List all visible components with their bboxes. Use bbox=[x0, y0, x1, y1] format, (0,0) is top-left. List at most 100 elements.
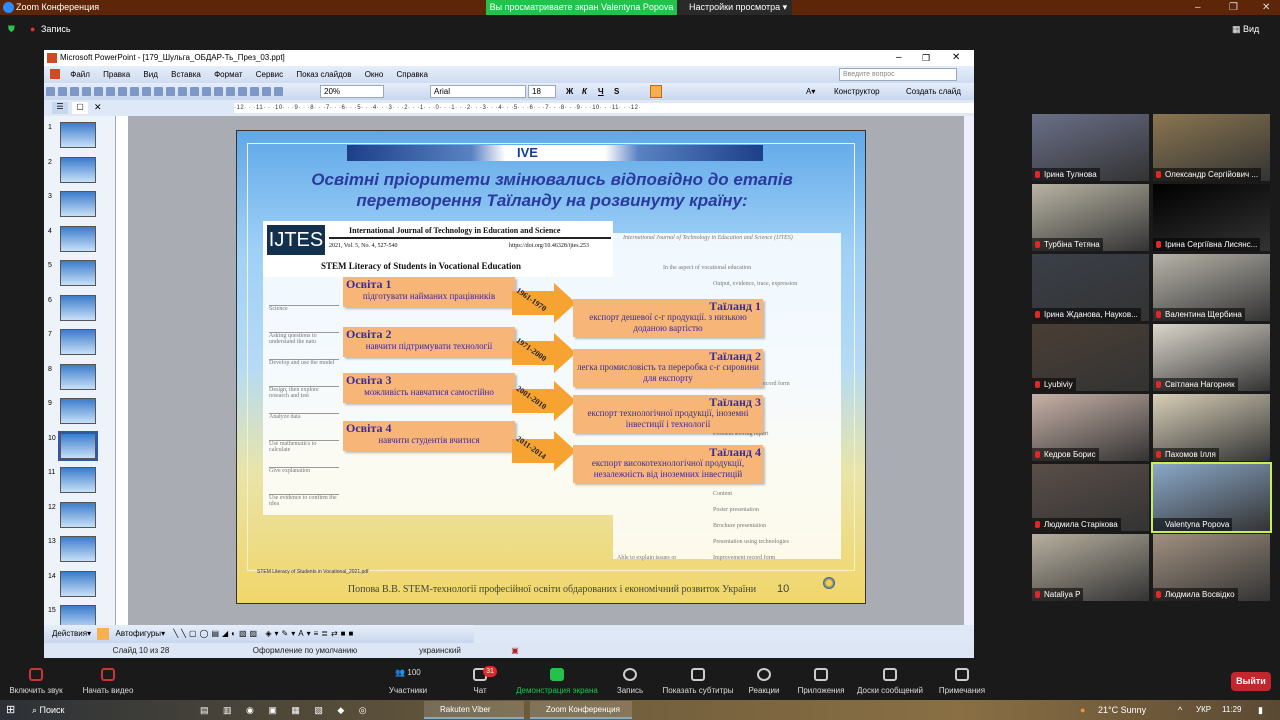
search-label: Поиск bbox=[39, 705, 65, 715]
participant-tile[interactable]: Кедров Борис bbox=[1032, 394, 1149, 461]
weather-text[interactable]: 21°C Sunny bbox=[1098, 700, 1146, 720]
slide-thumbnail[interactable]: 6 bbox=[48, 294, 114, 329]
whiteboards-button[interactable]: Доски сообщений bbox=[852, 668, 928, 695]
drawing-tools[interactable]: ╲╲▢◯▤◢◐▧▨ ◈▾✎▾A▾≡≣⇄■■ bbox=[173, 629, 356, 638]
education-title: Освіта 3 bbox=[346, 373, 392, 387]
participant-tile[interactable]: Ірина Сергіївна Лисянс... bbox=[1153, 184, 1270, 251]
italic-button[interactable]: К bbox=[582, 83, 587, 100]
underline-button[interactable]: Ч bbox=[598, 83, 604, 100]
maximize-button[interactable]: ❐ bbox=[1229, 0, 1238, 15]
slide-thumbnail[interactable]: 11 bbox=[48, 467, 114, 501]
menu-view[interactable]: Вид bbox=[143, 70, 157, 79]
view-settings-dropdown[interactable]: Настройки просмотра ▾ bbox=[677, 0, 792, 15]
unmute-button[interactable]: Включить звук bbox=[6, 668, 66, 695]
slide-thumbnail[interactable]: 8 bbox=[48, 363, 114, 398]
view-button[interactable]: ▦ Вид bbox=[1232, 20, 1259, 38]
participant-tile[interactable]: Nataliya P bbox=[1032, 534, 1149, 601]
menu-format[interactable]: Формат bbox=[214, 70, 242, 79]
menu-insert[interactable]: Вставка bbox=[171, 70, 201, 79]
vertical-scrollbar[interactable] bbox=[964, 116, 974, 625]
slides-tab[interactable]: ▢ bbox=[72, 102, 88, 114]
participant-tile[interactable]: Пахомов Ілля bbox=[1153, 394, 1270, 461]
participant-tile[interactable]: Lyubiviy bbox=[1032, 324, 1149, 391]
menu-edit[interactable]: Правка bbox=[103, 70, 130, 79]
font-size-select[interactable]: 18 bbox=[528, 85, 556, 98]
actions-menu[interactable]: Действия bbox=[52, 629, 87, 638]
ppt-close-button[interactable]: ✕ bbox=[952, 50, 960, 66]
close-pane-button[interactable]: ✕ bbox=[94, 102, 102, 113]
participant-tile[interactable]: Турбіна Тетяна bbox=[1032, 184, 1149, 251]
slide-thumbnail[interactable]: 1 bbox=[48, 122, 114, 156]
tray-chevron-icon[interactable]: ^ bbox=[1178, 700, 1182, 720]
new-slide-button[interactable]: Создать слайд bbox=[906, 83, 961, 100]
slide-thumbnail[interactable]: 9 bbox=[48, 398, 114, 432]
slide-thumbnail[interactable]: 5 bbox=[48, 260, 114, 294]
participant-tile[interactable]: Валентина Щербина bbox=[1153, 254, 1270, 321]
slide-thumbnail[interactable]: 7 bbox=[48, 329, 114, 363]
participant-tile[interactable]: Світлана Нагорняк bbox=[1153, 324, 1270, 391]
education-text: навчити студентів вчитися bbox=[378, 435, 480, 445]
help-search-input[interactable]: Введите вопрос bbox=[839, 68, 957, 81]
participant-tile[interactable]: Людмила Восвідко bbox=[1153, 534, 1270, 601]
taskbar-search[interactable]: ⌕ Поиск bbox=[32, 700, 152, 720]
slide-thumbnail[interactable]: 14 bbox=[48, 570, 114, 605]
menu-window[interactable]: Окно bbox=[365, 70, 384, 79]
participant-tile[interactable]: Ірина Жданова, Науков... bbox=[1032, 254, 1149, 321]
record-button[interactable]: Запись bbox=[608, 668, 652, 695]
reactions-button[interactable]: Реакции bbox=[744, 668, 784, 695]
participant-tile[interactable]: Людмила Старікова bbox=[1032, 464, 1149, 531]
select-pointer-button[interactable] bbox=[97, 627, 110, 640]
participant-tile[interactable]: Ірина Тулнова bbox=[1032, 114, 1149, 181]
notifications-icon[interactable]: ▮ bbox=[1258, 700, 1263, 720]
menu-slideshow[interactable]: Показ слайдов bbox=[296, 70, 351, 79]
notes-button[interactable]: Примечания bbox=[934, 668, 990, 695]
thailand-text: легка промисловість та переробка с-г сир… bbox=[577, 362, 759, 383]
record-dot-icon: ● bbox=[30, 24, 36, 34]
slide-thumbnail[interactable]: 13 bbox=[48, 536, 114, 570]
language-indicator[interactable]: УКР bbox=[1196, 700, 1211, 720]
taskbar-zoom[interactable]: Zoom Конференция bbox=[530, 701, 632, 719]
taskbar-viber[interactable]: Rakuten Viber bbox=[424, 701, 524, 719]
chat-badge: 31 bbox=[483, 666, 497, 677]
clock[interactable]: 11:29 bbox=[1222, 700, 1241, 720]
start-video-button[interactable]: Начать видео bbox=[78, 668, 138, 695]
outline-tab[interactable]: ☰ bbox=[52, 102, 68, 114]
captions-label: Показать субтитры bbox=[662, 686, 734, 695]
ppt-maximize-button[interactable]: ❐ bbox=[922, 50, 930, 66]
font-color-button[interactable]: A▾ bbox=[806, 83, 815, 100]
menu-help[interactable]: Справка bbox=[397, 70, 428, 79]
participant-tile[interactable]: Valentyna Popova bbox=[1151, 462, 1272, 533]
minimize-button[interactable]: – bbox=[1195, 0, 1201, 15]
mic-muted-icon bbox=[1035, 311, 1040, 318]
autoshapes-menu[interactable]: Автофигуры bbox=[116, 629, 162, 638]
thumbnail-number: 3 bbox=[48, 193, 52, 200]
slide-thumbnail[interactable]: 2 bbox=[48, 156, 114, 191]
share-screen-button[interactable]: Демонстрация экрана bbox=[512, 668, 602, 695]
menu-tools[interactable]: Сервис bbox=[256, 70, 283, 79]
align-center-button[interactable] bbox=[650, 85, 662, 98]
close-button[interactable]: ✕ bbox=[1262, 0, 1270, 15]
slide-thumbnail[interactable]: 4 bbox=[48, 225, 114, 260]
zoom-select[interactable]: 20% bbox=[320, 85, 384, 98]
thumbnail-image bbox=[58, 430, 98, 461]
toolbar-icons[interactable] bbox=[44, 87, 284, 96]
pinned-apps[interactable]: ▤ ▥ ◉ ▣ ▦ ▧ ◆ ◎ bbox=[200, 700, 373, 720]
bold-button[interactable]: Ж bbox=[566, 83, 573, 100]
apps-button[interactable]: Приложения bbox=[794, 668, 848, 695]
thumbnail-number: 1 bbox=[48, 124, 52, 131]
slide-thumbnail[interactable]: 10 bbox=[48, 430, 114, 467]
menu-file[interactable]: Файл bbox=[70, 70, 90, 79]
participants-button[interactable]: 👥 100 Участники bbox=[380, 668, 436, 695]
participants-count: 100 bbox=[407, 668, 421, 677]
shadow-button[interactable]: S bbox=[614, 83, 619, 100]
captions-button[interactable]: Показать субтитры bbox=[658, 668, 738, 695]
ppt-minimize-button[interactable]: – bbox=[896, 50, 902, 66]
slide-thumbnail[interactable]: 3 bbox=[48, 191, 114, 225]
designer-button[interactable]: Конструктор bbox=[834, 83, 880, 100]
font-select[interactable]: Arial bbox=[430, 85, 526, 98]
slide-thumbnail[interactable]: 12 bbox=[48, 501, 114, 536]
windows-start-icon[interactable]: ⊞ bbox=[6, 700, 15, 720]
leave-button[interactable]: Выйти bbox=[1231, 672, 1271, 691]
participant-tile[interactable]: Олександр Сергійович ... bbox=[1153, 114, 1270, 181]
slide-canvas[interactable]: IVE Освітні пріоритети змінювались відпо… bbox=[236, 130, 866, 604]
